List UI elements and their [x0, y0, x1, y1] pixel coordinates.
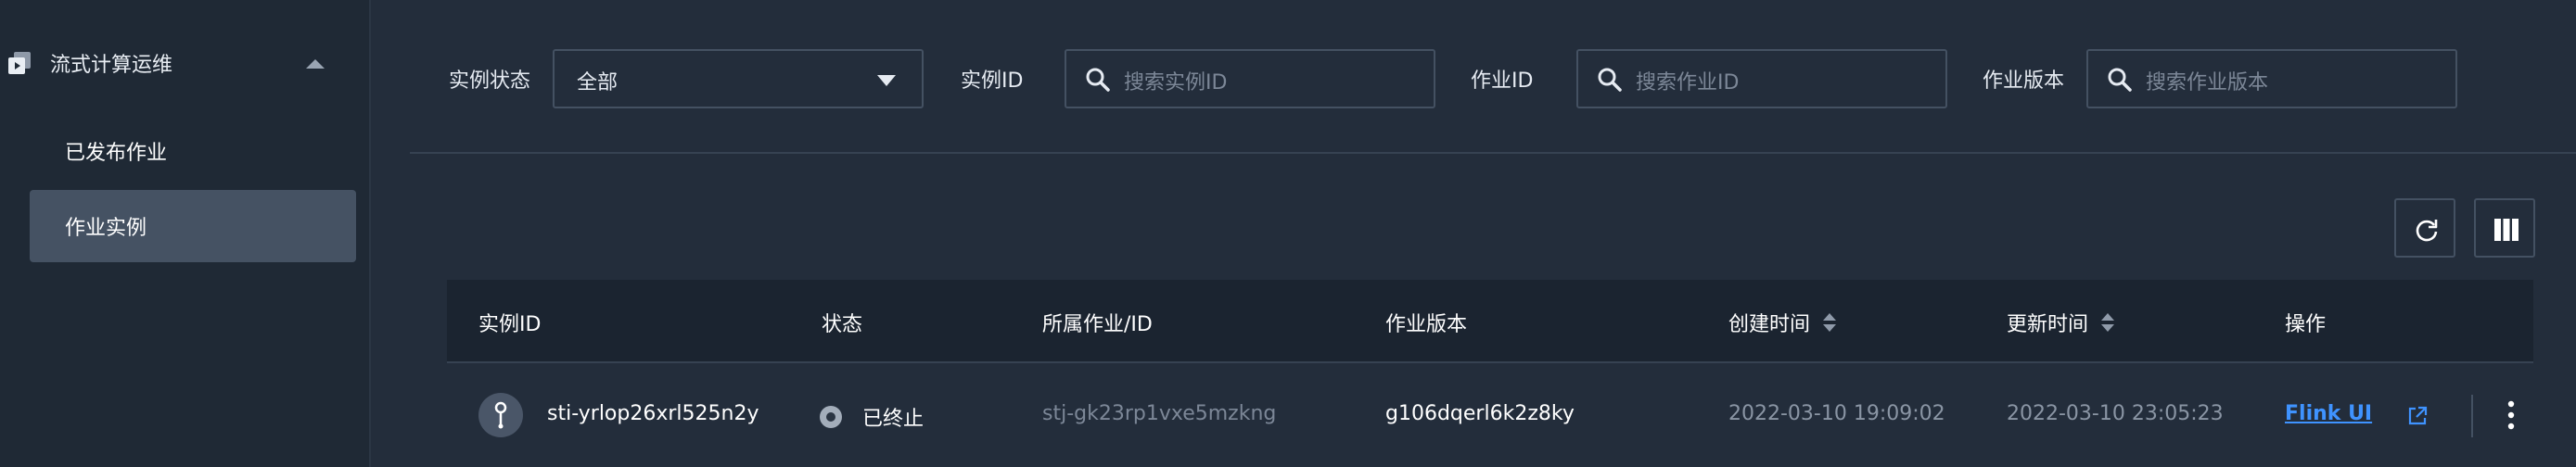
status-select[interactable]: 全部 — [553, 49, 924, 108]
job-version-filter-label: 作业版本 — [1983, 69, 2065, 93]
sidebar-group-label: 流式计算运维 — [50, 54, 173, 77]
action-divider — [2471, 395, 2473, 437]
job-id-filter-label: 作业ID — [1471, 69, 1534, 93]
instance-id-placeholder: 搜索实例ID — [1124, 71, 1228, 95]
sort-icon[interactable] — [2101, 312, 2115, 333]
cell-updated-time: 2022-03-10 23:05:23 — [2007, 402, 2224, 425]
job-id-search-input[interactable]: 搜索作业ID — [1576, 49, 1947, 108]
columns-settings-button[interactable] — [2474, 198, 2535, 258]
sidebar-group-stream-ops[interactable]: 流式计算运维 — [0, 35, 371, 91]
more-vertical-icon[interactable] — [2507, 400, 2515, 430]
sort-icon[interactable] — [1823, 312, 1837, 333]
header-created-time-label: 创建时间 — [1728, 313, 1811, 336]
header-actions: 操作 — [2285, 313, 2327, 336]
sidebar-item-published-jobs[interactable]: 已发布作业 — [30, 115, 356, 187]
status-terminated-icon — [820, 406, 842, 428]
search-icon — [1086, 68, 1110, 92]
instance-id-search-input[interactable]: 搜索实例ID — [1065, 49, 1435, 108]
cell-job-version: g106dqerl6k2z8ky — [1385, 402, 1575, 425]
table-header: 实例ID 状态 所属作业/ID 作业版本 创建时间 更新时间 操作 — [447, 280, 2533, 361]
job-id-placeholder: 搜索作业ID — [1636, 71, 1740, 95]
search-icon — [2108, 68, 2132, 92]
external-link-icon[interactable] — [2407, 406, 2428, 426]
header-created-time[interactable]: 创建时间 — [1728, 308, 1837, 337]
instance-avatar — [478, 393, 523, 437]
sidebar-item-job-instances[interactable]: 作业实例 — [30, 190, 356, 262]
refresh-button[interactable] — [2394, 198, 2455, 258]
stream-compute-icon — [8, 52, 31, 74]
instance-id-filter-label: 实例ID — [961, 69, 1024, 93]
sidebar: 流式计算运维 已发布作业 作业实例 — [0, 0, 371, 467]
status-select-value: 全部 — [577, 71, 618, 95]
flink-ui-link[interactable]: Flink UI — [2285, 402, 2372, 425]
header-updated-time[interactable]: 更新时间 — [2007, 308, 2115, 337]
app-root: 流式计算运维 已发布作业 作业实例 实例状态 全部 实例ID 搜索实例ID 作业… — [0, 0, 2576, 467]
header-job-id: 所属作业/ID — [1042, 313, 1153, 336]
dropdown-arrow-icon — [877, 75, 896, 86]
main-content: 实例状态 全部 实例ID 搜索实例ID 作业ID 搜索作业ID 作业版本 搜索作… — [410, 0, 2576, 467]
filter-bar: 实例状态 全部 实例ID 搜索实例ID 作业ID 搜索作业ID 作业版本 搜索作… — [410, 0, 2576, 154]
header-updated-time-label: 更新时间 — [2007, 313, 2089, 336]
cell-created-time: 2022-03-10 19:09:02 — [1728, 402, 1945, 425]
status-filter-label: 实例状态 — [449, 69, 531, 93]
header-instance-id: 实例ID — [478, 313, 542, 336]
cell-instance-id[interactable]: sti-yrlop26xrl525n2y — [547, 402, 759, 425]
instance-icon — [494, 401, 507, 429]
cell-job-id[interactable]: stj-gk23rp1vxe5mzkng — [1042, 402, 1276, 425]
table-row: sti-yrlop26xrl525n2y 已终止 stj-gk23rp1vxe5… — [447, 361, 2533, 467]
refresh-icon — [2416, 220, 2438, 242]
job-version-placeholder: 搜索作业版本 — [2146, 71, 2269, 95]
chevron-up-icon[interactable] — [304, 56, 326, 70]
cell-status: 已终止 — [862, 408, 925, 431]
columns-icon — [2494, 219, 2519, 241]
search-icon — [1598, 68, 1622, 92]
header-job-version: 作业版本 — [1385, 313, 1468, 336]
job-version-search-input[interactable]: 搜索作业版本 — [2086, 49, 2457, 108]
header-status: 状态 — [822, 313, 863, 336]
